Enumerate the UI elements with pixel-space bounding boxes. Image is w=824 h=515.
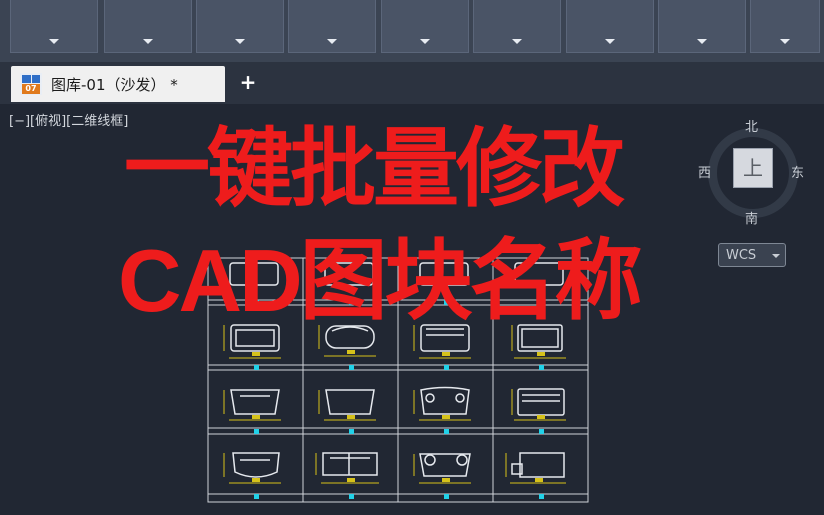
block-label <box>539 494 544 499</box>
overlay-title-line2: CAD图块名称 <box>118 231 643 330</box>
sofa-block <box>517 388 565 416</box>
sofa-block <box>230 389 280 415</box>
sofa-block <box>519 452 565 478</box>
sofa-cushion <box>522 394 560 402</box>
block-label <box>539 429 544 434</box>
sofa-armrest <box>455 393 465 403</box>
viewcube-top-face[interactable]: 上 <box>733 148 773 188</box>
wcs-label: WCS <box>726 248 757 263</box>
block-label <box>254 429 259 434</box>
block-label <box>349 429 354 434</box>
block-label <box>444 365 449 370</box>
chevron-down-icon <box>772 254 780 258</box>
block-label <box>349 494 354 499</box>
sofa-armrest <box>424 454 436 466</box>
block-label <box>444 494 449 499</box>
compass-west-label[interactable]: 西 <box>698 162 711 181</box>
sofa-armrest <box>425 393 435 403</box>
sofa-cushion <box>330 453 370 475</box>
dimension-lines <box>223 325 566 484</box>
block-label <box>254 365 259 370</box>
sofa-block <box>322 452 378 476</box>
sofa-armrest <box>456 454 468 466</box>
block-label <box>349 365 354 370</box>
block-label <box>444 429 449 434</box>
compass-north-label[interactable]: 北 <box>745 116 758 135</box>
compass-east-label[interactable]: 东 <box>791 162 804 181</box>
block-label <box>539 365 544 370</box>
compass-south-label[interactable]: 南 <box>745 208 758 227</box>
block-label <box>254 494 259 499</box>
sofa-block <box>325 389 375 415</box>
overlay-title-line1: 一键批量修改 <box>124 119 625 219</box>
wcs-dropdown[interactable]: WCS <box>718 243 786 267</box>
sofa-block <box>232 452 280 478</box>
